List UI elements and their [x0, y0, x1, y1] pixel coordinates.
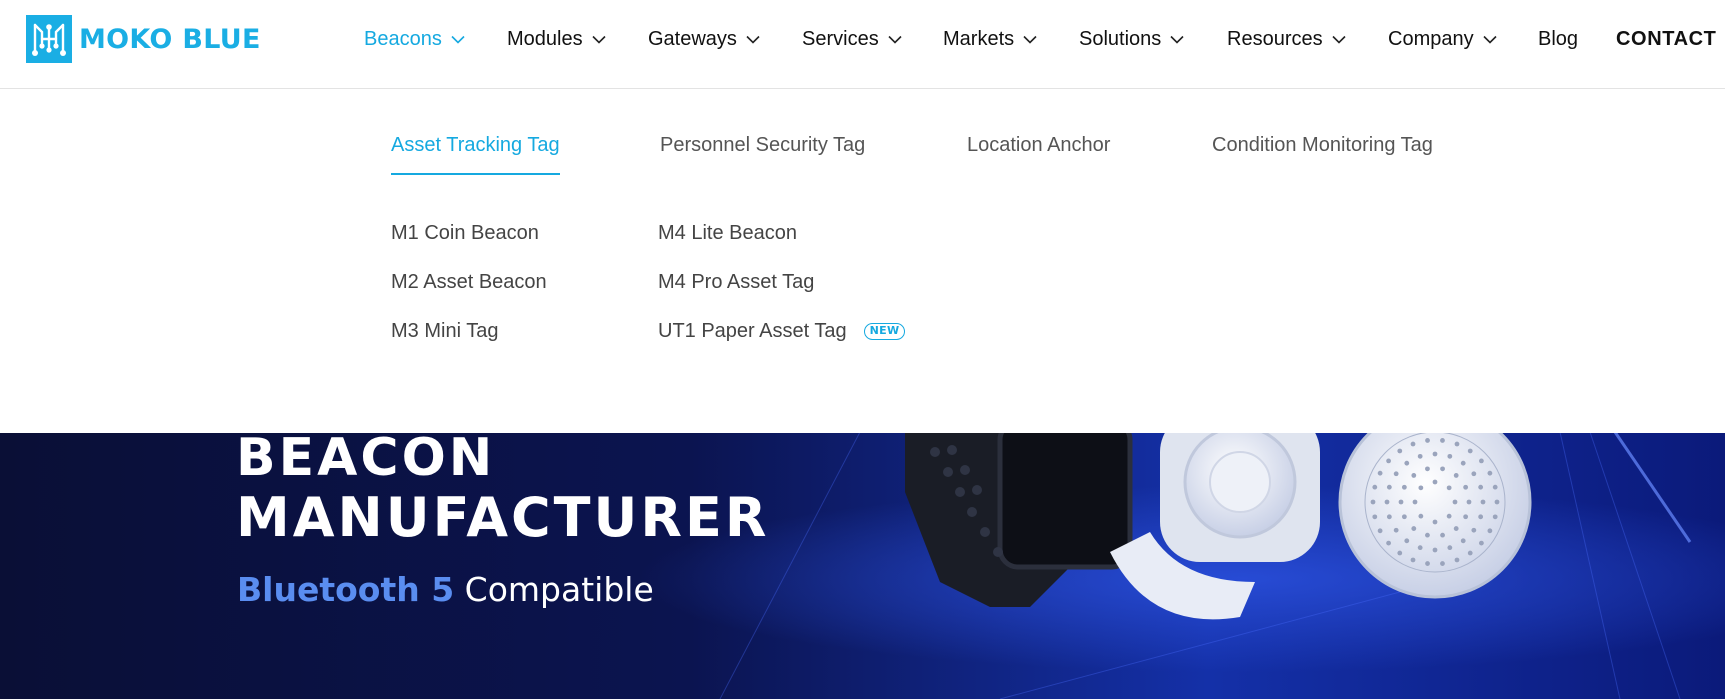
product-link-m4-pro-asset-tag[interactable]: M4 Pro Asset Tag	[658, 271, 814, 294]
nav-label: Resources	[1227, 27, 1323, 50]
nav-solutions[interactable]: Solutions	[1079, 27, 1184, 51]
nav-label: Solutions	[1079, 27, 1162, 50]
hero-subtitle: Bluetooth 5 Compatible	[237, 570, 654, 609]
tab-asset-tracking-tag[interactable]: Asset Tracking Tag	[391, 134, 560, 175]
chevron-down-icon	[746, 35, 760, 44]
nav-label: Modules	[507, 27, 583, 50]
hero-banner: BEACON MANUFACTURER Bluetooth 5 Compatib…	[0, 432, 1725, 699]
new-badge: NEW	[863, 323, 906, 340]
nav-label: Blog	[1538, 27, 1579, 50]
chevron-down-icon	[451, 35, 465, 44]
nav-markets[interactable]: Markets	[943, 27, 1037, 51]
circuit-logo-icon	[26, 15, 72, 63]
chevron-down-icon	[1332, 35, 1346, 44]
hero-subtitle-highlight: Bluetooth 5	[237, 570, 455, 609]
tab-personnel-security-tag[interactable]: Personnel Security Tag	[660, 134, 865, 173]
product-link-m2-asset-beacon[interactable]: M2 Asset Beacon	[391, 271, 547, 294]
beacons-mega-menu: Asset Tracking Tag Personnel Security Ta…	[0, 90, 1725, 433]
chevron-down-icon	[888, 35, 902, 44]
nav-services[interactable]: Services	[802, 27, 902, 51]
brand-name: MOKO BLUE	[79, 23, 261, 55]
product-link-m4-lite-beacon[interactable]: M4 Lite Beacon	[658, 222, 797, 245]
product-link-m3-mini-tag[interactable]: M3 Mini Tag	[391, 320, 498, 343]
chevron-down-icon	[592, 35, 606, 44]
product-link-m1-coin-beacon[interactable]: M1 Coin Beacon	[391, 222, 539, 245]
brand-logo[interactable]: MOKO BLUE	[26, 15, 261, 63]
nav-label: Beacons	[364, 27, 442, 50]
chevron-down-icon	[1023, 35, 1037, 44]
nav-resources[interactable]: Resources	[1227, 27, 1346, 51]
nav-contact[interactable]: CONTACT	[1616, 27, 1716, 51]
nav-label: Markets	[943, 27, 1015, 50]
nav-company[interactable]: Company	[1388, 27, 1497, 51]
nav-gateways[interactable]: Gateways	[648, 27, 760, 51]
chevron-down-icon	[1483, 35, 1497, 44]
nav-label: Company	[1388, 27, 1474, 50]
hero-subtitle-rest: Compatible	[454, 570, 654, 609]
product-link-ut1-paper-asset-tag[interactable]: UT1 Paper Asset Tag NEW	[658, 320, 906, 343]
nav-blog[interactable]: Blog	[1538, 27, 1578, 51]
nav-label: Gateways	[648, 27, 737, 50]
chevron-down-icon	[1170, 35, 1184, 44]
nav-label: Services	[802, 27, 879, 50]
tab-condition-monitoring-tag[interactable]: Condition Monitoring Tag	[1212, 134, 1433, 173]
product-label: UT1 Paper Asset Tag	[658, 320, 847, 342]
hero-heading-line-2: MANUFACTURER	[236, 486, 770, 549]
site-header: MOKO BLUE Beacons Modules Gateways Servi…	[0, 0, 1725, 89]
nav-beacons[interactable]: Beacons	[364, 27, 465, 51]
hero-heading-line-1: BEACON	[236, 432, 496, 488]
nav-modules[interactable]: Modules	[507, 27, 606, 51]
nav-contact-label: CONTACT	[1616, 27, 1717, 50]
tab-location-anchor[interactable]: Location Anchor	[967, 134, 1110, 173]
